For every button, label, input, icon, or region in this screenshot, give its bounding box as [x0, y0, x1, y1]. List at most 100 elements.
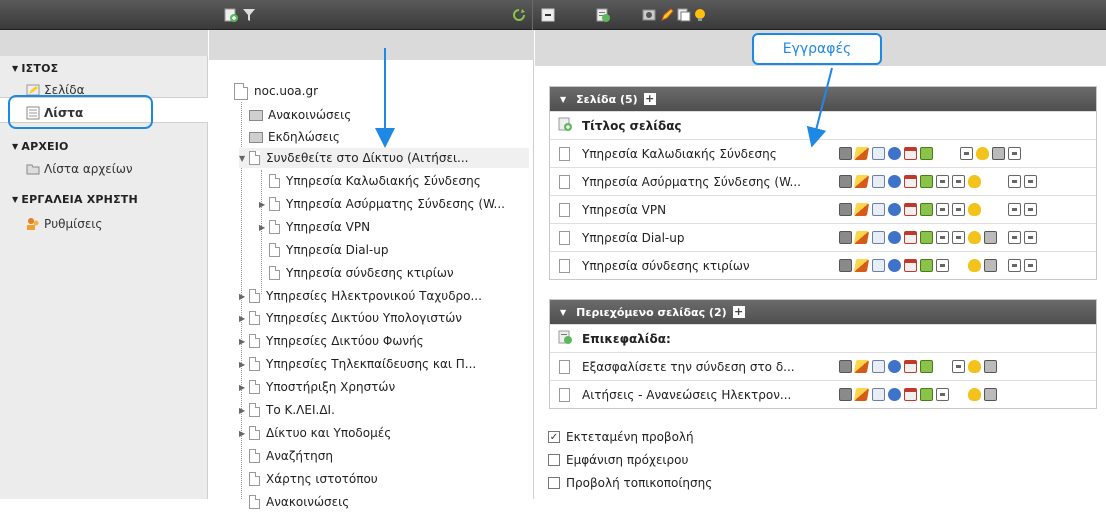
table-row[interactable]: Υπηρεσία Ασύρματης Σύνδεσης (W...: [550, 167, 1096, 195]
trash-icon[interactable]: [992, 147, 1005, 160]
bulb-icon[interactable]: [968, 360, 981, 373]
tree-node[interactable]: Υπηρεσία Καλωδιακής Σύνδεσης: [269, 171, 481, 191]
tree-node[interactable]: Υπηρεσία σύνδεσης κτιρίων: [269, 263, 454, 283]
edit-icon[interactable]: [853, 231, 870, 244]
bulb-icon[interactable]: [968, 231, 981, 244]
sidebar-item-settings[interactable]: Ρυθμίσεις: [26, 215, 102, 233]
collapse-icon[interactable]: [541, 8, 555, 22]
info-icon[interactable]: [888, 175, 901, 188]
checkbox[interactable]: [548, 477, 560, 489]
preview-icon[interactable]: [839, 231, 852, 244]
add-page-icon[interactable]: [224, 8, 238, 22]
table-row[interactable]: Αιτήσεις - Ανανεώσεις Ηλεκτρον...: [550, 380, 1096, 408]
checkbox[interactable]: [548, 454, 560, 466]
edit-icon[interactable]: [853, 388, 870, 401]
tree-root[interactable]: noc.uoa.gr: [234, 81, 318, 101]
preview-icon[interactable]: [839, 175, 852, 188]
add-child-icon[interactable]: [920, 259, 933, 272]
section-title-user-tools[interactable]: ▼ ΕΡΓΑΛΕΙΑ ΧΡΗΣΤΗ: [12, 193, 138, 206]
tree-node[interactable]: ▶ Υπηρεσίες Δικτύου Φωνής: [239, 331, 424, 351]
option-localization-view[interactable]: Προβολή τοπικοποίησης: [548, 476, 712, 490]
sidebar-item-file-list[interactable]: Λίστα αρχείων: [26, 160, 133, 178]
preview-icon[interactable]: [839, 203, 852, 216]
add-page-icon[interactable]: [558, 117, 572, 134]
info-icon[interactable]: [888, 203, 901, 216]
add-child-icon[interactable]: [920, 203, 933, 216]
option-extended-view[interactable]: ✓ Εκτεταμένη προβολή: [548, 430, 694, 444]
move-icon[interactable]: [872, 203, 885, 216]
edit-icon[interactable]: [853, 259, 870, 272]
move-up-icon[interactable]: [936, 388, 949, 401]
tree-node[interactable]: Χάρτης ιστοτόπου: [249, 469, 378, 489]
content-panel-header[interactable]: ▼ Περιεχόμενο σελίδας (2) +: [550, 300, 1096, 324]
table-row[interactable]: Υπηρεσία Καλωδιακής Σύνδεσης: [550, 139, 1096, 167]
tree-node[interactable]: ▶ Υπηρεσίες Τηλεκπαίδευσης και Π...: [239, 354, 476, 374]
edit-icon[interactable]: [853, 175, 870, 188]
trash-icon[interactable]: [984, 388, 997, 401]
tree-node[interactable]: ▶ Υποστήριξη Χρηστών: [239, 377, 395, 397]
refresh-icon[interactable]: [512, 8, 526, 22]
info-icon[interactable]: [888, 360, 901, 373]
move-left-icon[interactable]: [1008, 147, 1021, 160]
tree-node[interactable]: ▶ Δίκτυο και Υποδομές: [239, 423, 391, 443]
tree-node-selected[interactable]: ▼ Συνδεθείτε στο Δίκτυο (Αιτήσει...: [239, 148, 529, 168]
add-content-icon[interactable]: [558, 330, 572, 347]
table-row[interactable]: Εξασφαλίσετε την σύνδεση στο δ...: [550, 352, 1096, 380]
table-row[interactable]: Υπηρεσία Dial-up: [550, 223, 1096, 251]
schedule-icon[interactable]: [904, 259, 917, 272]
move-icon[interactable]: [872, 175, 885, 188]
add-content-icon[interactable]: [596, 8, 610, 22]
move-right-icon[interactable]: [1024, 175, 1037, 188]
move-icon[interactable]: [872, 259, 885, 272]
info-icon[interactable]: [888, 231, 901, 244]
bulb-icon[interactable]: [968, 388, 981, 401]
preview-icon[interactable]: [839, 388, 852, 401]
schedule-icon[interactable]: [904, 147, 917, 160]
section-title-istos[interactable]: ▼ ΙΣΤΟΣ: [12, 62, 58, 75]
preview-icon[interactable]: [839, 259, 852, 272]
info-icon[interactable]: [888, 259, 901, 272]
move-right-icon[interactable]: [1024, 203, 1037, 216]
add-child-icon[interactable]: [920, 147, 933, 160]
move-down-icon[interactable]: [960, 147, 973, 160]
schedule-icon[interactable]: [904, 360, 917, 373]
bulb-icon[interactable]: [693, 8, 707, 22]
info-icon[interactable]: [888, 147, 901, 160]
checkbox[interactable]: ✓: [548, 431, 560, 443]
add-child-icon[interactable]: [920, 175, 933, 188]
bulb-icon[interactable]: [968, 259, 981, 272]
move-up-icon[interactable]: [936, 203, 949, 216]
option-show-draft[interactable]: Εμφάνιση πρόχειρου: [548, 453, 688, 467]
trash-icon[interactable]: [984, 360, 997, 373]
tree-node[interactable]: Αναζήτηση: [249, 446, 333, 466]
section-title-archeio[interactable]: ▼ ΑΡΧΕΙΟ: [12, 140, 69, 153]
tree-node[interactable]: ▶ Υπηρεσία Ασύρματης Σύνδεσης (W...: [259, 194, 505, 214]
move-up-icon[interactable]: [936, 231, 949, 244]
add-content-button[interactable]: +: [732, 306, 745, 318]
tree-node[interactable]: Υπηρεσία Dial-up: [269, 240, 388, 260]
schedule-icon[interactable]: [904, 388, 917, 401]
move-icon[interactable]: [872, 360, 885, 373]
bulb-icon[interactable]: [976, 147, 989, 160]
table-row[interactable]: Υπηρεσία VPN: [550, 195, 1096, 223]
move-left-icon[interactable]: [1008, 259, 1021, 272]
pages-panel-header[interactable]: ▼ Σελίδα (5) +: [550, 87, 1096, 111]
move-up-icon[interactable]: [936, 259, 949, 272]
filter-icon[interactable]: [242, 8, 256, 22]
move-left-icon[interactable]: [1008, 231, 1021, 244]
table-row[interactable]: Υπηρεσία σύνδεσης κτιρίων: [550, 251, 1096, 279]
move-down-icon[interactable]: [952, 231, 965, 244]
move-left-icon[interactable]: [1008, 203, 1021, 216]
move-down-icon[interactable]: [952, 360, 965, 373]
add-page-button[interactable]: +: [643, 93, 656, 105]
edit-icon[interactable]: [853, 203, 870, 216]
tree-node[interactable]: Εκδηλώσεις: [249, 127, 340, 147]
preview-icon[interactable]: [839, 360, 852, 373]
copy-icon[interactable]: [677, 8, 691, 22]
info-icon[interactable]: [888, 388, 901, 401]
bulb-icon[interactable]: [968, 175, 981, 188]
move-icon[interactable]: [872, 388, 885, 401]
move-down-icon[interactable]: [952, 175, 965, 188]
schedule-icon[interactable]: [904, 175, 917, 188]
trash-icon[interactable]: [984, 231, 997, 244]
